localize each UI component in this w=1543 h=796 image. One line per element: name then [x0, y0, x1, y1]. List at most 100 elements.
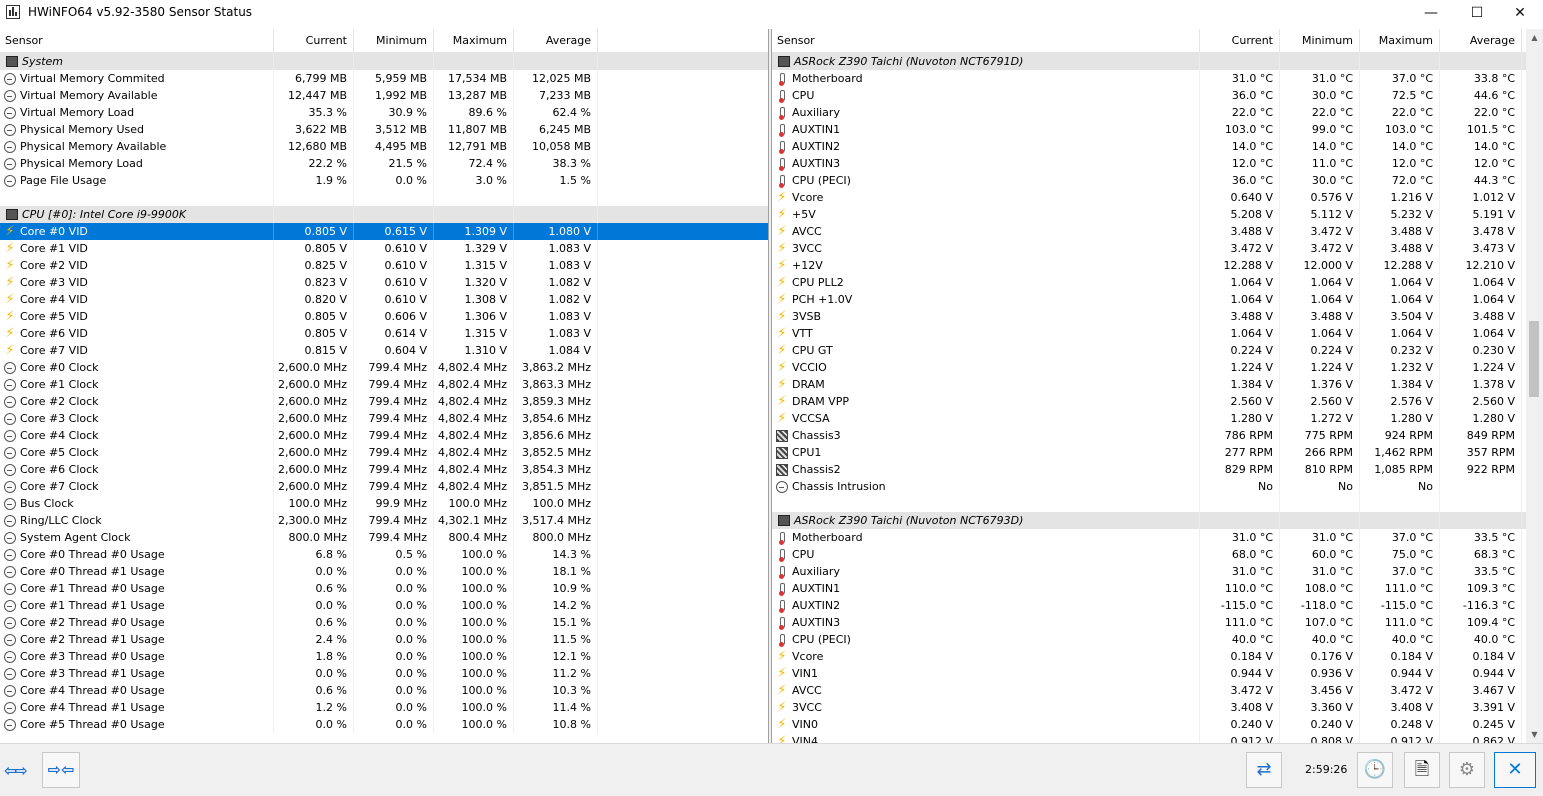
table-row[interactable]: AUXTIN2 14.0 °C 14.0 °C 14.0 °C 14.0 °C	[772, 138, 1543, 155]
table-row[interactable]: ⚡ CPU GT 0.224 V 0.224 V 0.232 V 0.230 V	[772, 342, 1543, 359]
table-row[interactable]: Virtual Memory Commited 6,799 MB 5,959 MB 1…	[0, 70, 768, 87]
scroll-down-arrow-icon[interactable]: ▼	[1526, 726, 1543, 743]
table-row[interactable]: ⚡ 3VSB 3.488 V 3.488 V 3.504 V 3.488 V	[772, 308, 1543, 325]
table-row[interactable]: Virtual Memory Available 12,447 MB 1,992 M…	[0, 87, 768, 104]
table-row[interactable]: ⚡ VIN0 0.240 V 0.240 V 0.248 V 0.245 V	[772, 716, 1543, 733]
table-row[interactable]: Chassis3 786 RPM 775 RPM 924 RPM 849 RPM	[772, 427, 1543, 444]
table-row[interactable]: CPU1 277 RPM 266 RPM 1,462 RPM 357 RPM	[772, 444, 1543, 461]
col-header-current[interactable]: Current	[274, 29, 354, 52]
close-window-button[interactable]: ✕	[1497, 0, 1543, 26]
col-header-average[interactable]: Average	[1440, 29, 1522, 52]
table-row[interactable]: Core #4 Thread #0 Usage 0.6 % 0.0 % 100.0 %…	[0, 682, 768, 699]
col-header-maximum[interactable]: Maximum	[1360, 29, 1440, 52]
table-row[interactable]: ⚡ +5V 5.208 V 5.112 V 5.232 V 5.191 V	[772, 206, 1543, 223]
table-row[interactable]: Core #5 Thread #0 Usage 0.0 % 0.0 % 100.0 %…	[0, 716, 768, 733]
scrollbar-thumb[interactable]	[1529, 321, 1539, 397]
table-row[interactable]: ⚡ VIN1 0.944 V 0.936 V 0.944 V 0.944 V	[772, 665, 1543, 682]
table-row[interactable]: Core #6 Clock 2,600.0 MHz 799.4 MHz 4,802.4…	[0, 461, 768, 478]
minimize-button[interactable]: —	[1408, 0, 1454, 26]
table-row[interactable]: ⚡ +12V 12.288 V 12.000 V 12.288 V 12.210 V	[772, 257, 1543, 274]
table-row[interactable]: ⚡ CPU PLL2 1.064 V 1.064 V 1.064 V 1.064 V	[772, 274, 1543, 291]
table-row[interactable]: ⚡ Core #3 VID 0.823 V 0.610 V 1.320 V 1.082 V	[0, 274, 768, 291]
col-header-current[interactable]: Current	[1200, 29, 1280, 52]
sensor-group-header[interactable]: ASRock Z390 Taichi (Nuvoton NCT6791D)	[772, 53, 1543, 70]
table-row[interactable]: Chassis Intrusion No No No	[772, 478, 1543, 495]
table-row[interactable]: Physical Memory Load 22.2 % 21.5 % 72.4 % 38…	[0, 155, 768, 172]
table-row[interactable]: Core #0 Thread #0 Usage 6.8 % 0.5 % 100.0 %…	[0, 546, 768, 563]
table-row[interactable]: Virtual Memory Load 35.3 % 30.9 % 89.6 % 62.…	[0, 104, 768, 121]
table-row[interactable]: Motherboard 31.0 °C 31.0 °C 37.0 °C 33.8 °C	[772, 70, 1543, 87]
sensor-group-header[interactable]: System	[0, 53, 768, 70]
table-row[interactable]: Core #2 Thread #1 Usage 2.4 % 0.0 % 100.0 %…	[0, 631, 768, 648]
table-row[interactable]: ⚡ DRAM VPP 2.560 V 2.560 V 2.576 V 2.560 V	[772, 393, 1543, 410]
table-row[interactable]: AUXTIN3 111.0 °C 107.0 °C 111.0 °C 109.4 °C	[772, 614, 1543, 631]
table-row[interactable]: CPU (PECI) 40.0 °C 40.0 °C 40.0 °C 40.0 °C	[772, 631, 1543, 648]
table-row[interactable]: Core #3 Thread #0 Usage 1.8 % 0.0 % 100.0 %…	[0, 648, 768, 665]
table-row[interactable]: ⚡ Core #1 VID 0.805 V 0.610 V 1.329 V 1.083 V	[0, 240, 768, 257]
table-row[interactable]: ⚡ VTT 1.064 V 1.064 V 1.064 V 1.064 V	[772, 325, 1543, 342]
table-row[interactable]: Core #1 Thread #0 Usage 0.6 % 0.0 % 100.0 %…	[0, 580, 768, 597]
table-row[interactable]: Core #4 Thread #1 Usage 1.2 % 0.0 % 100.0 %…	[0, 699, 768, 716]
table-row[interactable]: Physical Memory Available 12,680 MB 4,495 …	[0, 138, 768, 155]
table-row[interactable]: Motherboard 31.0 °C 31.0 °C 37.0 °C 33.5 °C	[772, 529, 1543, 546]
col-header-minimum[interactable]: Minimum	[354, 29, 434, 52]
table-row[interactable]: Core #2 Clock 2,600.0 MHz 799.4 MHz 4,802.4…	[0, 393, 768, 410]
table-row[interactable]: AUXTIN2 -115.0 °C -118.0 °C -115.0 °C -116.3…	[772, 597, 1543, 614]
table-row[interactable]: ⚡ VCCSA 1.280 V 1.272 V 1.280 V 1.280 V	[772, 410, 1543, 427]
table-row[interactable]: Core #2 Thread #0 Usage 0.6 % 0.0 % 100.0 %…	[0, 614, 768, 631]
col-header-average[interactable]: Average	[514, 29, 598, 52]
col-header-sensor[interactable]: Sensor	[0, 29, 274, 52]
maximize-button[interactable]: ☐	[1454, 0, 1500, 26]
table-row[interactable]: CPU (PECI) 36.0 °C 30.0 °C 72.0 °C 44.3 °C	[772, 172, 1543, 189]
table-row[interactable]: Auxiliary 22.0 °C 22.0 °C 22.0 °C 22.0 °C	[772, 104, 1543, 121]
table-row[interactable]: AUXTIN1 103.0 °C 99.0 °C 103.0 °C 101.5 °C	[772, 121, 1543, 138]
table-row[interactable]: ⚡ PCH +1.0V 1.064 V 1.064 V 1.064 V 1.064 V	[772, 291, 1543, 308]
right-sensor-table[interactable]: Sensor Current Minimum Maximum Average A…	[772, 29, 1543, 743]
table-row[interactable]: System Agent Clock 800.0 MHz 799.4 MHz 800.…	[0, 529, 768, 546]
table-row[interactable]: ⚡ Core #0 VID 0.805 V 0.615 V 1.309 V 1.080 V	[0, 223, 768, 240]
col-header-minimum[interactable]: Minimum	[1280, 29, 1360, 52]
table-row[interactable]: CPU 36.0 °C 30.0 °C 72.5 °C 44.6 °C	[772, 87, 1543, 104]
table-row[interactable]: Bus Clock 100.0 MHz 99.9 MHz 100.0 MHz 100.0…	[0, 495, 768, 512]
table-row[interactable]: Ring/LLC Clock 2,300.0 MHz 799.4 MHz 4,302.…	[0, 512, 768, 529]
network-sync-button[interactable]: ⇄	[1246, 752, 1282, 788]
col-header-sensor[interactable]: Sensor	[772, 29, 1200, 52]
nav-arrows-right-button[interactable]: ⇨⇦	[42, 752, 80, 788]
table-row[interactable]: AUXTIN3 12.0 °C 11.0 °C 12.0 °C 12.0 °C	[772, 155, 1543, 172]
vertical-scrollbar[interactable]: ▲ ▼	[1526, 29, 1543, 743]
table-row[interactable]: Page File Usage 1.9 % 0.0 % 3.0 % 1.5 %	[0, 172, 768, 189]
table-row[interactable]: ⚡ AVCC 3.488 V 3.472 V 3.488 V 3.478 V	[772, 223, 1543, 240]
table-row[interactable]: Core #5 Clock 2,600.0 MHz 799.4 MHz 4,802.4…	[0, 444, 768, 461]
close-sensors-button[interactable]: ✕	[1494, 752, 1536, 788]
table-row[interactable]: ⚡ Core #2 VID 0.825 V 0.610 V 1.315 V 1.083 V	[0, 257, 768, 274]
left-sensor-table[interactable]: Sensor Current Minimum Maximum Average S…	[0, 29, 768, 743]
table-row[interactable]: AUXTIN1 110.0 °C 108.0 °C 111.0 °C 109.3 °C	[772, 580, 1543, 597]
table-row[interactable]: Core #0 Thread #1 Usage 0.0 % 0.0 % 100.0 %…	[0, 563, 768, 580]
table-row[interactable]: ⚡ VIN4 0.912 V 0.808 V 0.912 V 0.862 V	[772, 733, 1543, 743]
table-row[interactable]: ⚡ Core #6 VID 0.805 V 0.614 V 1.315 V 1.083 V	[0, 325, 768, 342]
scroll-up-arrow-icon[interactable]: ▲	[1526, 29, 1543, 46]
table-row[interactable]: ⚡ Core #4 VID 0.820 V 0.610 V 1.308 V 1.082 V	[0, 291, 768, 308]
sensor-group-header[interactable]: ASRock Z390 Taichi (Nuvoton NCT6793D)	[772, 512, 1543, 529]
table-row[interactable]: Core #3 Clock 2,600.0 MHz 799.4 MHz 4,802.4…	[0, 410, 768, 427]
table-row[interactable]: Physical Memory Used 3,622 MB 3,512 MB 11,8…	[0, 121, 768, 138]
table-row[interactable]: Chassis2 829 RPM 810 RPM 1,085 RPM 922 RPM	[772, 461, 1543, 478]
table-row[interactable]: Auxiliary 31.0 °C 31.0 °C 37.0 °C 33.5 °C	[772, 563, 1543, 580]
table-row[interactable]: Core #4 Clock 2,600.0 MHz 799.4 MHz 4,802.4…	[0, 427, 768, 444]
table-row[interactable]: Core #1 Thread #1 Usage 0.0 % 0.0 % 100.0 %…	[0, 597, 768, 614]
table-row[interactable]: ⚡ Core #5 VID 0.805 V 0.606 V 1.306 V 1.083 V	[0, 308, 768, 325]
col-header-maximum[interactable]: Maximum	[434, 29, 514, 52]
report-button[interactable]: 🗎	[1404, 752, 1440, 788]
clock-reset-button[interactable]: 🕒	[1357, 752, 1393, 788]
sensor-group-header[interactable]: CPU [#0]: Intel Core i9-9900K	[0, 206, 768, 223]
table-row[interactable]: Core #0 Clock 2,600.0 MHz 799.4 MHz 4,802.4…	[0, 359, 768, 376]
table-row[interactable]: Core #3 Thread #1 Usage 0.0 % 0.0 % 100.0 %…	[0, 665, 768, 682]
table-row[interactable]: ⚡ 3VCC 3.472 V 3.472 V 3.488 V 3.473 V	[772, 240, 1543, 257]
settings-button[interactable]: ⚙	[1449, 752, 1485, 788]
table-row[interactable]: ⚡ VCCIO 1.224 V 1.224 V 1.232 V 1.224 V	[772, 359, 1543, 376]
table-row[interactable]: ⚡ 3VCC 3.408 V 3.360 V 3.408 V 3.391 V	[772, 699, 1543, 716]
table-row[interactable]: ⚡ Core #7 VID 0.815 V 0.604 V 1.310 V 1.084 V	[0, 342, 768, 359]
table-row[interactable]: ⚡ Vcore 0.184 V 0.176 V 0.184 V 0.184 V	[772, 648, 1543, 665]
table-row[interactable]: ⚡ Vcore 0.640 V 0.576 V 1.216 V 1.012 V	[772, 189, 1543, 206]
table-row[interactable]: ⚡ AVCC 3.472 V 3.456 V 3.472 V 3.467 V	[772, 682, 1543, 699]
